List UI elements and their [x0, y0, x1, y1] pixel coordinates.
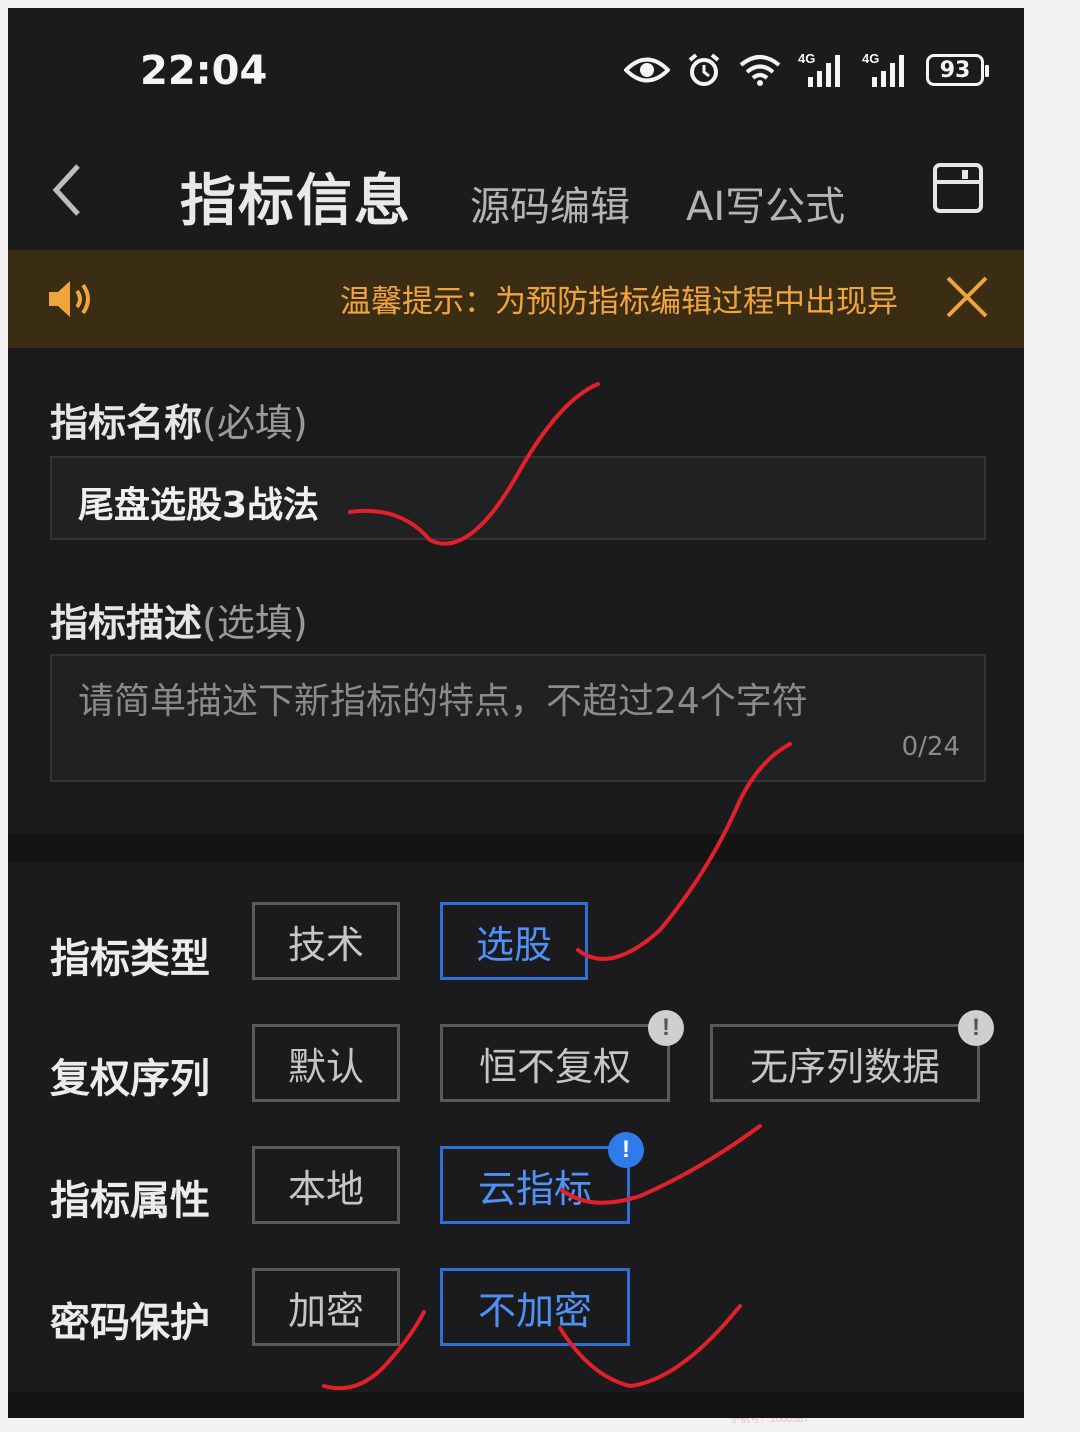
- indicator-name-value: 尾盘选股3战法: [78, 485, 320, 526]
- indicator-name-input[interactable]: 尾盘选股3战法: [50, 456, 986, 540]
- option-stock-pick[interactable]: 选股: [440, 902, 588, 980]
- wifi-icon: [738, 53, 782, 87]
- notice-text: 温馨提示：为预防指标编辑过程中出现异: [340, 284, 898, 320]
- type-label: 指标类型: [50, 936, 210, 982]
- desc-label-text: 指标描述: [50, 601, 203, 645]
- status-bar: 22:04 4G 4G 93: [8, 8, 1024, 138]
- eye-icon: [624, 55, 670, 85]
- header-nav: 指标信息 源码编辑 AI写公式: [8, 138, 1024, 250]
- name-label-hint: (必填): [202, 401, 308, 445]
- option-no-adjust[interactable]: 恒不复权: [440, 1024, 670, 1102]
- description-placeholder: 请简单描述下新指标的特点，不超过24个字符: [78, 681, 808, 722]
- info-icon[interactable]: !: [958, 1010, 994, 1046]
- name-label-text: 指标名称: [50, 401, 203, 445]
- info-icon[interactable]: !: [648, 1010, 684, 1046]
- desc-label-hint: (选填): [202, 601, 308, 645]
- attribute-label: 指标属性: [50, 1178, 210, 1224]
- status-icons: 4G 4G 93: [624, 51, 989, 88]
- speaker-icon: [46, 276, 96, 322]
- option-no-encrypt[interactable]: 不加密: [440, 1268, 630, 1346]
- battery-level: 93: [939, 57, 971, 83]
- option-technical[interactable]: 技术: [252, 902, 400, 980]
- indicator-form: 指标名称(必填) 尾盘选股3战法 指标描述(选填) 请简单描述下新指标的特点，不…: [8, 348, 1024, 834]
- indicator-options: 指标类型 技术 选股 复权序列 默认 恒不复权 ! 无序列数据 ! 指标属性 本…: [8, 862, 1024, 1392]
- back-icon[interactable]: [44, 160, 94, 220]
- close-icon[interactable]: [944, 274, 990, 320]
- battery-icon: 93: [926, 54, 989, 86]
- alarm-icon: [686, 52, 722, 88]
- info-icon[interactable]: !: [608, 1132, 644, 1168]
- option-cloud[interactable]: 云指标: [440, 1146, 630, 1224]
- tab-source-edit[interactable]: 源码编辑: [470, 174, 630, 232]
- tab-ai-formula[interactable]: AI写公式: [686, 174, 845, 232]
- bottom-strip: [8, 1392, 1024, 1418]
- option-default[interactable]: 默认: [252, 1024, 400, 1102]
- status-time: 22:04: [140, 48, 268, 94]
- option-local[interactable]: 本地: [252, 1146, 400, 1224]
- signal-icon-2: 4G: [862, 51, 910, 87]
- save-icon[interactable]: [932, 162, 984, 214]
- notice-banner: 温馨提示：为预防指标编辑过程中出现异: [8, 250, 1024, 348]
- signal-icon-1: 4G: [798, 51, 846, 87]
- password-label: 密码保护: [50, 1300, 210, 1346]
- option-no-series-data[interactable]: 无序列数据: [710, 1024, 980, 1102]
- option-encrypt[interactable]: 加密: [252, 1268, 400, 1346]
- character-counter: 0/24: [901, 732, 960, 762]
- description-field-label: 指标描述(选填): [50, 592, 308, 647]
- name-field-label: 指标名称(必填): [50, 392, 308, 447]
- tab-indicator-info[interactable]: 指标信息: [180, 156, 412, 237]
- indicator-description-input[interactable]: 请简单描述下新指标的特点，不超过24个字符 0/24: [50, 654, 986, 782]
- adjust-label: 复权序列: [50, 1056, 210, 1102]
- section-divider: [8, 834, 1024, 862]
- phone-screen: 22:04 4G 4G 93 指标信息 源码编辑 AI写公式 温馨提示：为预防指…: [8, 8, 1024, 1418]
